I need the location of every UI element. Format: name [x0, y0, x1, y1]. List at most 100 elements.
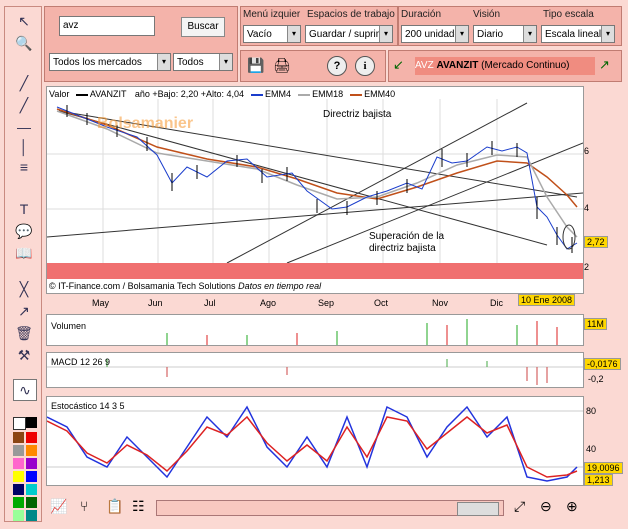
month-nov: Nov	[432, 298, 449, 308]
macd-panel[interactable]: MACD 12 26 9	[46, 352, 584, 388]
date-tag: 10 Ene 2008	[518, 294, 576, 306]
chart-back-icon[interactable]: ↙	[393, 57, 404, 73]
scale-select[interactable]: Escala lineal ▾	[541, 25, 615, 43]
action-toolbar: 💾 🖨 ? i	[240, 50, 386, 82]
menu-left-label: Menú izquier	[243, 9, 301, 20]
month-oct: Oct	[374, 298, 389, 308]
settings-panel: Duración Visión Tipo escala 200 unidades…	[398, 6, 622, 46]
volume-value: 11M	[584, 318, 607, 330]
zoom-out-icon[interactable]: ⊖	[540, 498, 552, 515]
annotation-directriz: Directriz bajista	[323, 109, 392, 120]
color-swatch-white[interactable]	[13, 417, 26, 430]
table-icon[interactable]: ☷	[132, 498, 145, 515]
workspace-select[interactable]: Guardar / suprimir ▾	[305, 25, 393, 43]
zoom-in-icon[interactable]: ⊕	[566, 498, 578, 515]
market-select[interactable]: Todos los mercados ▾	[49, 53, 171, 71]
help-icon[interactable]: ?	[327, 56, 347, 76]
macd-label: MACD 12 26 9	[51, 357, 111, 367]
indicator-icon[interactable]: ⑂	[80, 498, 88, 514]
color-swatch-green[interactable]	[13, 497, 24, 508]
color-swatch-darkgreen[interactable]	[26, 497, 37, 508]
ytick-2: 2	[584, 262, 590, 272]
save-icon[interactable]: 💾	[247, 57, 264, 74]
zoom-fit-icon[interactable]: ⤢	[514, 498, 525, 515]
color-swatch-lightgreen[interactable]	[13, 510, 24, 521]
stoch-tick-40: 40	[586, 444, 597, 454]
color-swatch-orange[interactable]	[26, 445, 37, 456]
color-swatch-navy[interactable]	[13, 484, 24, 495]
color-swatch-teal[interactable]	[26, 510, 37, 521]
stoch-value-2: 1,213	[584, 474, 613, 486]
menu-left-select[interactable]: Vacío ▾	[243, 25, 301, 43]
color-swatch-red[interactable]	[26, 432, 37, 443]
color-swatch-gray[interactable]	[13, 445, 24, 456]
chart-forward-icon[interactable]: ↗	[599, 57, 610, 73]
stoch-value-1: 19,0096	[584, 462, 623, 474]
month-dic: Dic	[490, 298, 503, 308]
text-icon[interactable]: T	[13, 199, 35, 219]
annotation-superacion-1: Superación de la	[369, 231, 445, 242]
fibonacci-icon[interactable]: ≡	[13, 157, 35, 177]
ray-line-icon[interactable]: ╱	[13, 95, 35, 115]
color-palette	[13, 417, 37, 521]
color-swatch-yellow[interactable]	[13, 471, 24, 482]
ytick-6: 6	[584, 146, 590, 156]
workspace-label: Espacios de trabajo	[307, 9, 395, 20]
month-may: May	[92, 298, 110, 308]
stoch-tick-80: 80	[586, 406, 597, 416]
macd-value: -0,0176	[584, 358, 621, 370]
color-swatch-pink[interactable]	[13, 458, 24, 469]
type-select[interactable]: Todos ▾	[173, 53, 233, 71]
trendline-icon[interactable]: ╱	[13, 73, 35, 93]
chart-type-icon[interactable]: 📈	[50, 498, 67, 515]
vertical-line-icon[interactable]: │	[13, 137, 35, 157]
horizontal-line-icon[interactable]: —	[13, 117, 35, 137]
month-ago: Ago	[260, 298, 277, 308]
pointer-icon[interactable]: ↖	[13, 11, 35, 31]
view-select[interactable]: Diario ▾	[473, 25, 537, 43]
month-jul: Jul	[204, 298, 216, 308]
zoom-icon[interactable]: 🔍	[13, 33, 35, 53]
volume-panel[interactable]: Volumen	[46, 314, 584, 346]
legend-emm18: EMM18	[312, 89, 344, 99]
legend-range: año +Bajo: 2,20 +Alto: 4,04	[134, 89, 244, 99]
comment-icon[interactable]: 💬	[13, 221, 35, 241]
print-icon[interactable]: 🖨	[273, 57, 291, 74]
ticker-name: AVANZIT	[436, 60, 479, 71]
ticker-label: AVZ AVANZIT (Mercado Continuo)	[415, 57, 595, 75]
horizontal-scrollbar[interactable]	[156, 500, 504, 516]
month-jun: Jun	[148, 298, 163, 308]
view-label: Visión	[473, 9, 501, 20]
search-input[interactable]: avz	[59, 16, 155, 36]
chart-legend: Valor AVANZIT año +Bajo: 2,20 +Alto: 4,0…	[49, 89, 395, 99]
cross-line-icon[interactable]: ╳	[13, 279, 35, 299]
ticker-code: AVZ	[415, 60, 434, 71]
scrollbar-thumb[interactable]	[457, 502, 499, 516]
stochastic-panel[interactable]: Estocástico 14 3 5	[46, 396, 584, 486]
tools-icon[interactable]: ⚒	[13, 345, 35, 365]
compare-icon[interactable]: 📋	[106, 498, 123, 515]
color-swatch-black[interactable]	[26, 417, 37, 428]
trash-icon[interactable]: 🗑	[13, 323, 35, 343]
color-swatch-blue[interactable]	[26, 471, 37, 482]
ytick-4: 4	[584, 203, 590, 213]
volume-label: Volumen	[51, 321, 87, 331]
search-button[interactable]: Buscar	[181, 17, 225, 37]
color-swatch-cyan[interactable]	[26, 484, 37, 495]
macd-tick: -0,2	[588, 374, 604, 384]
chart-style-icon[interactable]: ∿	[13, 379, 37, 401]
left-toolbar: ↖ 🔍 ╱ ╱ — │ ≡ T 💬 📖 ╳ ↗ 🗑 ⚒ ∿	[4, 6, 42, 522]
scale-label: Tipo escala	[543, 9, 594, 20]
main-chart[interactable]: Valor AVANZIT año +Bajo: 2,20 +Alto: 4,0…	[46, 86, 584, 294]
color-swatch-brown[interactable]	[13, 432, 24, 443]
legend-emm40: EMM40	[364, 89, 396, 99]
arrow-icon[interactable]: ↗	[13, 301, 35, 321]
duration-select[interactable]: 200 unidades ▾	[401, 25, 469, 43]
search-panel: avz Buscar Todos los mercados ▾ Todos ▾	[44, 6, 238, 82]
color-swatch-purple[interactable]	[26, 458, 37, 469]
book-icon[interactable]: 📖	[13, 243, 35, 263]
info-icon[interactable]: i	[355, 56, 375, 76]
menu-panel: Menú izquier Espacios de trabajo Vacío ▾ …	[240, 6, 398, 46]
ticker-bar: ↙ AVZ AVANZIT (Mercado Continuo) ↗	[388, 50, 622, 82]
duration-label: Duración	[401, 9, 442, 20]
